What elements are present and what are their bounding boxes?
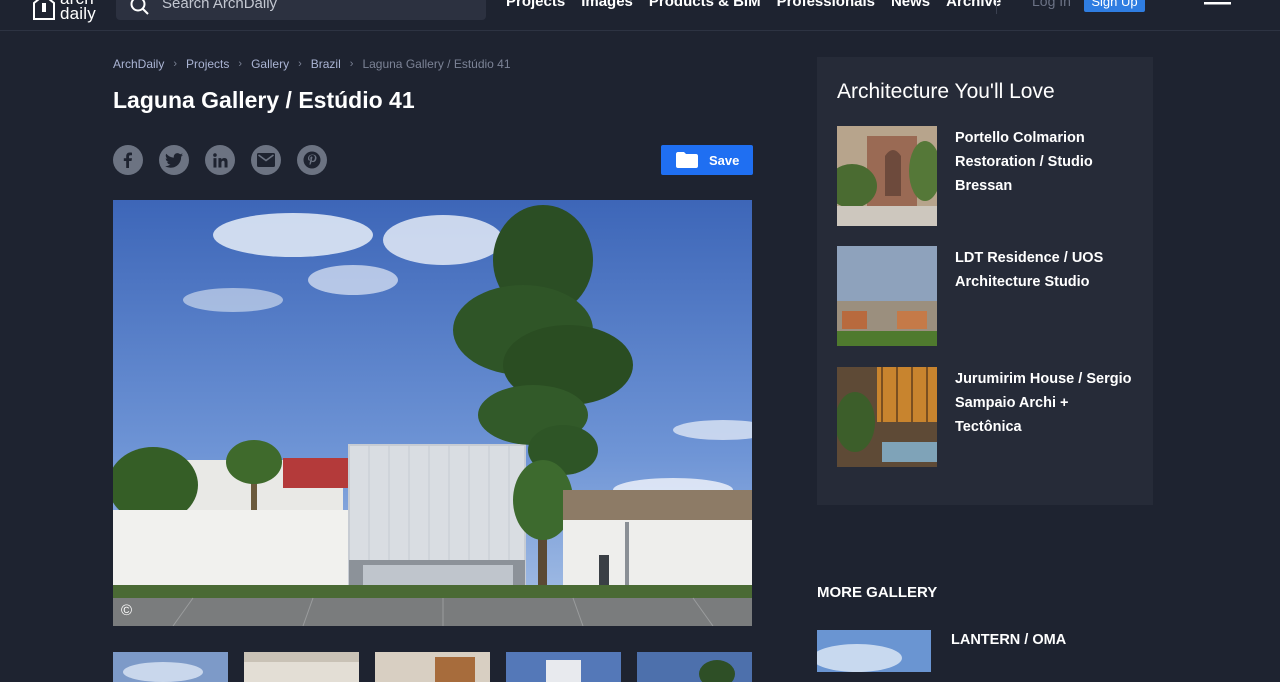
more-gallery-item[interactable]: LANTERN / OMA bbox=[817, 630, 1066, 672]
nav-archive[interactable]: Archive bbox=[946, 0, 1001, 10]
gallery-thumbnail[interactable] bbox=[113, 652, 228, 682]
gallery-thumbnail[interactable] bbox=[375, 652, 490, 682]
gallery-thumbnail[interactable] bbox=[506, 652, 621, 682]
nav-projects[interactable]: Projects bbox=[506, 0, 565, 10]
recommended-project[interactable]: Jurumirim House / Sergio Sampaio Archi +… bbox=[837, 367, 1133, 467]
email-share-button[interactable] bbox=[251, 145, 281, 175]
login-link[interactable]: Log In bbox=[1032, 0, 1071, 9]
project-thumbnail bbox=[837, 246, 937, 346]
gallery-thumbnail[interactable] bbox=[244, 652, 359, 682]
recommended-project[interactable]: Portello Colmarion Restoration / Studio … bbox=[837, 126, 1133, 226]
chevron-right-icon: › bbox=[173, 58, 178, 70]
thumbnail-image bbox=[113, 652, 228, 682]
thumbnail-image bbox=[506, 652, 621, 682]
facebook-share-button[interactable] bbox=[113, 145, 143, 175]
logo-text-bottom: daily bbox=[60, 4, 96, 23]
folder-icon bbox=[676, 152, 698, 168]
chevron-right-icon: › bbox=[238, 58, 243, 70]
recommended-project[interactable]: LDT Residence / UOS Architecture Studio bbox=[837, 246, 1133, 346]
logo-house-icon bbox=[33, 0, 55, 20]
archdaily-logo[interactable]: arch daily bbox=[32, 0, 96, 23]
breadcrumb: ArchDaily › Projects › Gallery › Brazil … bbox=[113, 57, 511, 71]
nav-products-bim[interactable]: Products & BIM bbox=[649, 0, 761, 10]
main-nav: Projects Images Products & BIM Professio… bbox=[506, 0, 1017, 10]
pinterest-share-button[interactable] bbox=[297, 145, 327, 175]
nav-news[interactable]: News bbox=[891, 0, 930, 10]
breadcrumb-brazil[interactable]: Brazil bbox=[311, 57, 341, 71]
thumbnail-image bbox=[375, 652, 490, 682]
nav-professionals[interactable]: Professionals bbox=[777, 0, 875, 10]
hamburger-menu-icon[interactable] bbox=[1204, 0, 1232, 12]
gallery-thumbnail[interactable] bbox=[637, 652, 752, 682]
thumbnail-image bbox=[637, 652, 752, 682]
recommended-project-image[interactable] bbox=[837, 126, 937, 226]
nav-divider bbox=[996, 0, 997, 14]
breadcrumb-gallery[interactable]: Gallery bbox=[251, 57, 289, 71]
nav-images[interactable]: Images bbox=[581, 0, 633, 10]
search-input[interactable] bbox=[160, 0, 464, 13]
sidebar-heading: Architecture You'll Love bbox=[837, 80, 1055, 103]
copyright-icon[interactable]: © bbox=[121, 602, 132, 619]
search-box[interactable] bbox=[116, 0, 486, 20]
recommended-project-image[interactable] bbox=[837, 367, 937, 467]
recommended-project-image[interactable] bbox=[837, 246, 937, 346]
breadcrumb-projects[interactable]: Projects bbox=[186, 57, 229, 71]
recommended-project-title[interactable]: Jurumirim House / Sergio Sampaio Archi +… bbox=[955, 367, 1133, 467]
hero-photo bbox=[113, 200, 752, 626]
recommended-project-title[interactable]: Portello Colmarion Restoration / Studio … bbox=[955, 126, 1133, 226]
recommended-project-title[interactable]: LDT Residence / UOS Architecture Studio bbox=[955, 246, 1133, 346]
architecture-you-love-panel: Architecture You'll Love Portello Colmar… bbox=[817, 57, 1153, 505]
email-icon bbox=[257, 153, 275, 167]
project-thumbnail bbox=[837, 126, 937, 226]
save-button[interactable]: Save bbox=[661, 145, 753, 175]
facebook-icon bbox=[123, 152, 132, 168]
linkedin-share-button[interactable] bbox=[205, 145, 235, 175]
page-title: Laguna Gallery / Estúdio 41 bbox=[113, 87, 415, 113]
gallery-thumbnail-image bbox=[817, 630, 931, 672]
thumbnail-strip bbox=[113, 652, 768, 682]
breadcrumb-current: Laguna Gallery / Estúdio 41 bbox=[362, 57, 511, 71]
search-icon[interactable] bbox=[130, 0, 150, 16]
project-thumbnail bbox=[837, 367, 937, 467]
thumbnail-image bbox=[244, 652, 359, 682]
hero-image[interactable]: © bbox=[113, 200, 752, 626]
twitter-share-button[interactable] bbox=[159, 145, 189, 175]
chevron-right-icon: › bbox=[349, 58, 354, 70]
chevron-right-icon: › bbox=[298, 58, 302, 70]
linkedin-icon bbox=[212, 152, 228, 168]
top-navigation-bar: arch daily Projects Images Products & BI… bbox=[0, 0, 1280, 31]
more-gallery-image[interactable] bbox=[817, 630, 931, 672]
more-gallery-title[interactable]: LANTERN / OMA bbox=[951, 632, 1066, 672]
pinterest-icon bbox=[303, 151, 321, 169]
share-buttons bbox=[113, 145, 327, 175]
breadcrumb-archdaily[interactable]: ArchDaily bbox=[113, 57, 164, 71]
twitter-icon bbox=[165, 152, 183, 168]
save-label: Save bbox=[709, 152, 740, 168]
signup-button[interactable]: Sign Up bbox=[1084, 0, 1145, 12]
more-gallery-heading: MORE GALLERY bbox=[817, 584, 938, 601]
